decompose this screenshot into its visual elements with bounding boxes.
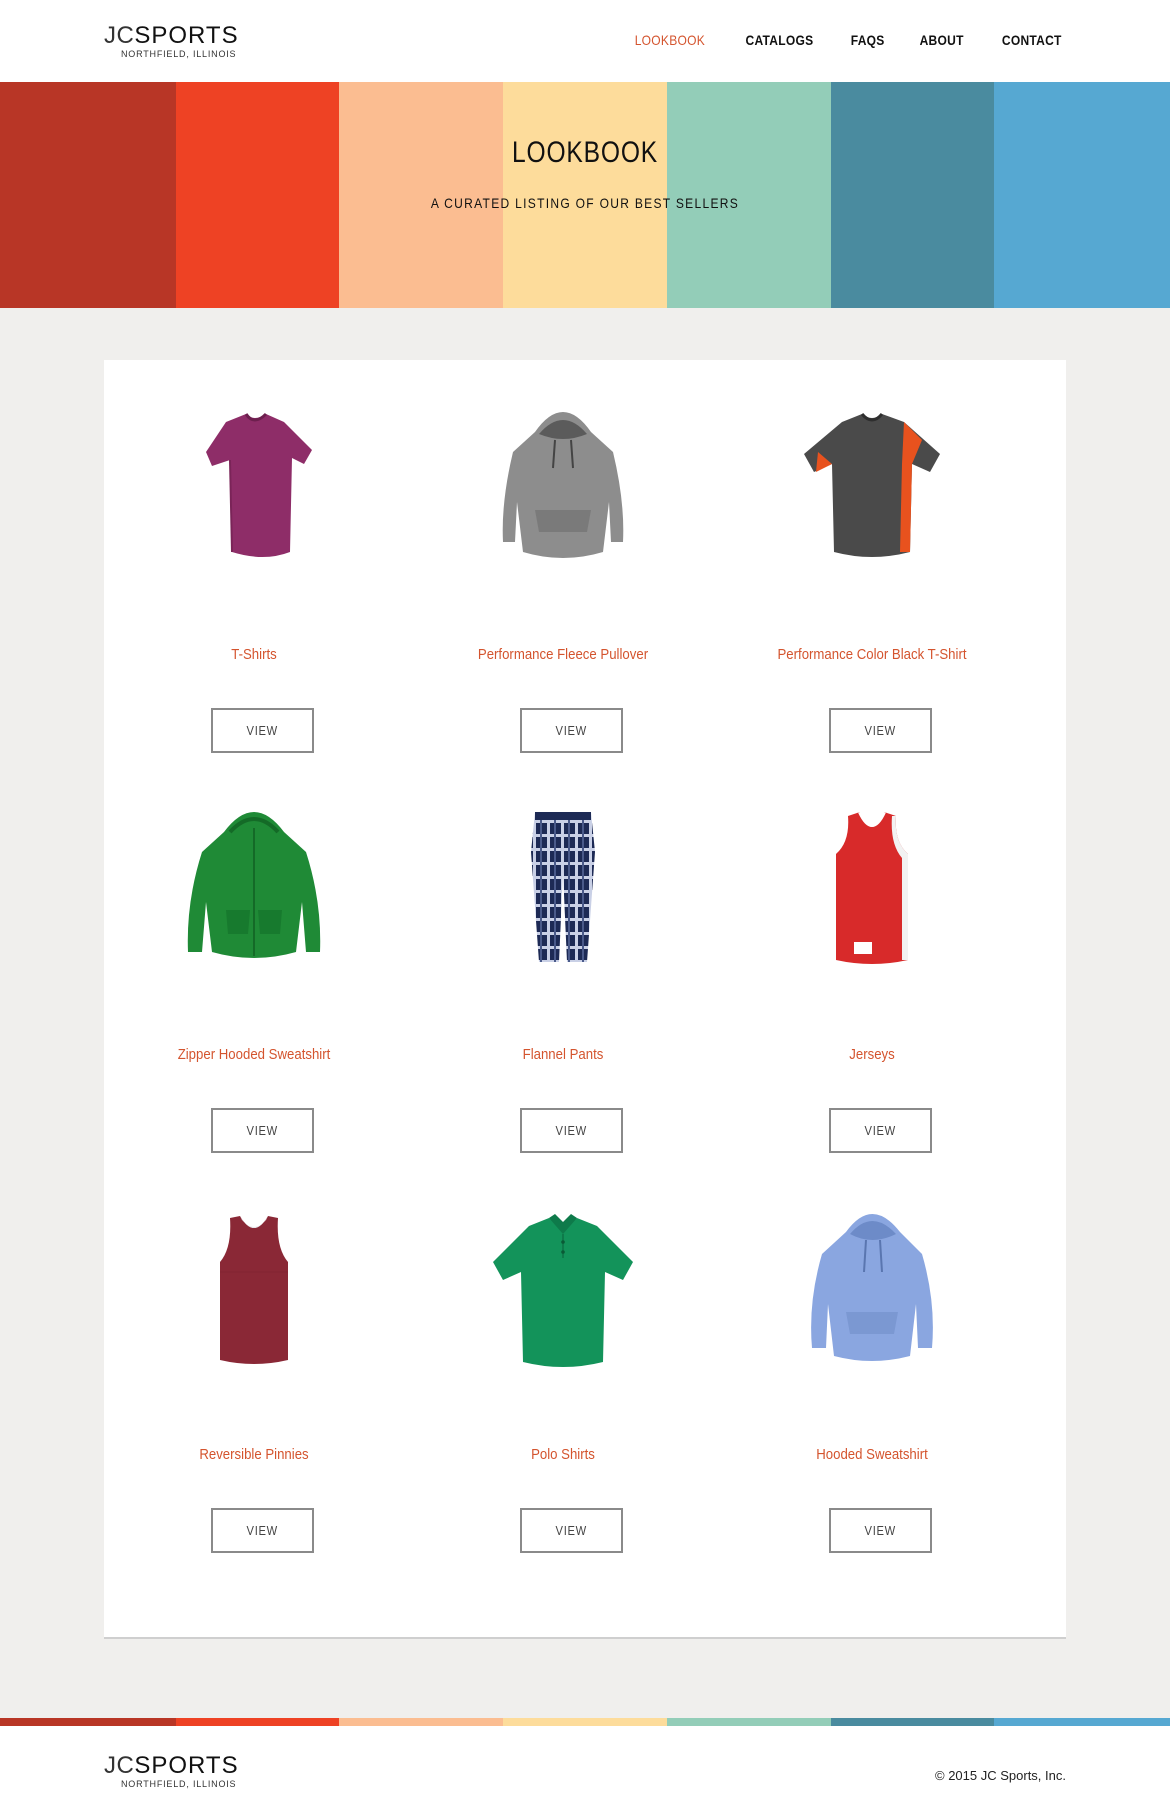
product-name[interactable]: Polo Shirts [431,1446,695,1463]
logo-jc: JC [104,1752,135,1779]
blue-hoodie-icon[interactable] [772,1192,972,1392]
logo-jc: JC [104,22,135,49]
footer-stripe-segment [667,1718,831,1726]
nav-about[interactable]: ABOUT [920,32,964,48]
tshirt-magenta-icon[interactable] [154,392,354,592]
product-name[interactable]: Hooded Sweatshirt [740,1446,1004,1463]
view-button[interactable]: VIEW [520,708,623,753]
performance-tee-icon[interactable] [772,392,972,592]
product-name[interactable]: Performance Fleece Pullover [431,646,695,663]
green-zip-hoodie-icon[interactable] [154,792,354,992]
logo-tagline: NORTHFIELD, ILLINOIS [121,1779,237,1789]
view-button[interactable]: VIEW [829,1108,932,1153]
main-nav: LOOKBOOK CATALOGS FAQS ABOUT CONTACT [629,32,1066,48]
logo-sports: SPORTS [134,1752,239,1779]
footer-stripe-segment [339,1718,503,1726]
logo-sports: SPORTS [134,22,239,49]
site-header: JCSPORTS NORTHFIELD, ILLINOIS LOOKBOOK C… [0,0,1170,82]
footer-stripe-segment [176,1718,339,1726]
view-button[interactable]: VIEW [211,1108,314,1153]
view-button[interactable]: VIEW [520,1108,623,1153]
product-name[interactable]: Flannel Pants [431,1046,695,1063]
maroon-pinnie-icon[interactable] [154,1192,354,1392]
view-button[interactable]: VIEW [211,708,314,753]
footer-stripe-segment [503,1718,667,1726]
product-grid: T-Shirts VIEW Performance Fleece Pullove… [104,360,1066,1639]
view-button[interactable]: VIEW [211,1508,314,1553]
footer-stripe-segment [831,1718,994,1726]
nav-faqs[interactable]: FAQS [851,32,885,48]
product-name[interactable]: Performance Color Black T-Shirt [740,646,1004,663]
footer-stripe-segment [0,1718,176,1726]
red-jersey-icon[interactable] [772,792,972,992]
flannel-pants-icon[interactable] [463,792,663,992]
footer-stripe [0,1718,1170,1726]
product-name[interactable]: Zipper Hooded Sweatshirt [122,1046,386,1063]
nav-contact[interactable]: CONTACT [1001,32,1061,48]
product-name[interactable]: T-Shirts [122,646,386,663]
brand-logo[interactable]: JCSPORTS NORTHFIELD, ILLINOIS [104,24,266,64]
page-title: LOOKBOOK [511,136,659,169]
copyright-text: © 2015 JC Sports, Inc. [935,1768,1066,1783]
site-footer: JCSPORTS NORTHFIELD, ILLINOIS © 2015 JC … [0,1726,1170,1808]
nav-lookbook[interactable]: LOOKBOOK [635,32,705,48]
page-subtitle: A CURATED LISTING OF OUR BEST SELLERS [430,195,740,211]
green-polo-icon[interactable] [463,1192,663,1392]
nav-catalogs[interactable]: CATALOGS [746,32,814,48]
footer-stripe-segment [994,1718,1170,1726]
product-name[interactable]: Jerseys [740,1046,1004,1063]
footer-logo[interactable]: JCSPORTS NORTHFIELD, ILLINOIS [104,1754,266,1794]
view-button[interactable]: VIEW [520,1508,623,1553]
view-button[interactable]: VIEW [829,1508,932,1553]
view-button[interactable]: VIEW [829,708,932,753]
product-name[interactable]: Reversible Pinnies [122,1446,386,1463]
grey-hoodie-icon[interactable] [463,392,663,592]
logo-tagline: NORTHFIELD, ILLINOIS [121,49,237,59]
